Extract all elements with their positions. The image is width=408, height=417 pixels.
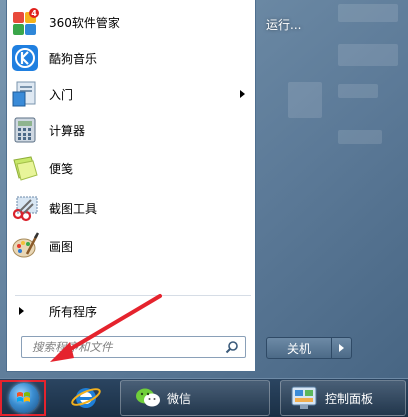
ie-icon bbox=[70, 381, 102, 416]
program-label: 360软件管家 bbox=[49, 15, 120, 30]
shutdown-label: 关机 bbox=[286, 341, 311, 356]
snipping-tool-icon bbox=[11, 194, 39, 222]
blurred-background-item bbox=[338, 130, 382, 144]
menu-divider bbox=[15, 295, 251, 296]
getting-started-icon bbox=[11, 80, 39, 108]
program-label: 计算器 bbox=[49, 123, 86, 138]
program-label: 便笺 bbox=[49, 161, 74, 176]
all-programs-label: 所有程序 bbox=[49, 304, 98, 319]
program-label: 画图 bbox=[49, 239, 74, 254]
program-item-kugou-music[interactable]: 酷狗音乐 bbox=[9, 40, 253, 76]
blurred-background-item bbox=[338, 84, 378, 98]
run-menu-item[interactable]: 运行... bbox=[266, 16, 301, 33]
search-input[interactable]: 搜索程序和文件 bbox=[21, 336, 246, 358]
program-item-calculator[interactable]: 计算器 bbox=[9, 112, 253, 148]
program-item-sticky-notes[interactable]: 便笺 bbox=[9, 150, 253, 186]
program-label: 截图工具 bbox=[49, 201, 98, 216]
start-button[interactable] bbox=[0, 380, 46, 416]
blurred-background-item bbox=[288, 82, 322, 118]
taskbar-item-control-panel[interactable]: 控制面板 bbox=[280, 380, 406, 416]
kugou-music-icon bbox=[11, 44, 39, 72]
taskbar-item-wechat[interactable]: 微信 bbox=[120, 380, 270, 416]
control-panel-icon bbox=[291, 386, 317, 410]
shutdown-button[interactable]: 关机 bbox=[266, 337, 332, 359]
search-icon[interactable] bbox=[225, 340, 239, 354]
start-menu: 4 360软件管家 酷狗音乐 入门 计算器 便笺 截图工具 画图 所有程序 搜索… bbox=[0, 0, 408, 378]
program-label: 酷狗音乐 bbox=[49, 51, 98, 66]
windows-logo-icon bbox=[9, 383, 39, 413]
wechat-icon bbox=[135, 387, 161, 409]
all-programs-button[interactable]: 所有程序 bbox=[9, 299, 253, 323]
program-item-snipping-tool[interactable]: 截图工具 bbox=[9, 190, 253, 226]
program-item-paint[interactable]: 画图 bbox=[9, 228, 253, 264]
start-menu-left-pane: 4 360软件管家 酷狗音乐 入门 计算器 便笺 截图工具 画图 所有程序 搜索… bbox=[6, 0, 256, 372]
program-item-getting-started[interactable]: 入门 bbox=[9, 76, 253, 112]
blurred-background-item bbox=[338, 44, 398, 66]
search-placeholder: 搜索程序和文件 bbox=[32, 340, 113, 354]
taskbar-item-ie[interactable] bbox=[60, 380, 114, 416]
taskbar-item-label: 控制面板 bbox=[325, 391, 374, 406]
paint-icon bbox=[11, 232, 40, 260]
360-software-manager-icon: 4 bbox=[11, 8, 39, 36]
blurred-background-item bbox=[338, 4, 398, 22]
triangle-right-icon bbox=[19, 307, 24, 315]
badge-count: 4 bbox=[31, 9, 37, 18]
program-label: 入门 bbox=[49, 87, 74, 102]
taskbar-item-label: 微信 bbox=[167, 391, 192, 406]
submenu-arrow-icon bbox=[240, 90, 245, 98]
start-menu-right-pane: 运行... 关机 bbox=[258, 0, 408, 378]
calculator-icon bbox=[11, 116, 39, 144]
sticky-notes-icon bbox=[11, 154, 39, 182]
program-item-360-software-manager[interactable]: 4 360软件管家 bbox=[9, 4, 253, 40]
shutdown-options-button[interactable] bbox=[332, 337, 352, 359]
